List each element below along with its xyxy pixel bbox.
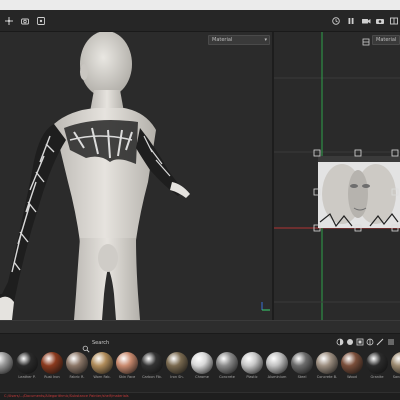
material-label: Rust Iron xyxy=(44,375,60,379)
material-preview-ball xyxy=(116,352,138,374)
material-preview-ball xyxy=(91,352,113,374)
uv-layout xyxy=(274,32,400,320)
search-icon[interactable] xyxy=(82,338,90,353)
material-label: Leather P. xyxy=(18,375,36,379)
material-label: Worn Fab. xyxy=(93,375,111,379)
material-tile[interactable]: Worn Fab. xyxy=(90,352,114,379)
material-tile[interactable]: Rust Iron xyxy=(40,352,64,379)
material-label: Concrete xyxy=(219,375,235,379)
filter-smart-icon xyxy=(347,339,353,345)
material-preview-ball xyxy=(366,352,388,374)
material-label: Wood xyxy=(347,375,357,379)
material-preview-ball xyxy=(41,352,63,374)
left-arm xyxy=(0,124,66,302)
filter-filter-icon xyxy=(366,338,374,346)
material-label: Fabric R. xyxy=(69,375,85,379)
material-tile[interactable]: Concrete xyxy=(215,352,239,379)
layout-icon[interactable] xyxy=(388,15,400,27)
substance-painter-window: Material ▾ Material Search Leather P. Ru… xyxy=(0,0,400,400)
pause-icon[interactable] xyxy=(345,15,357,27)
material-preview-ball xyxy=(191,352,213,374)
material-tile[interactable]: Plastic xyxy=(240,352,264,379)
material-label: Iron Sh. xyxy=(170,375,184,379)
material-label: Aluminium xyxy=(267,375,287,379)
top-toolbar xyxy=(0,10,400,32)
material-tile[interactable]: Sandstone xyxy=(390,352,400,379)
material-label: Concrete B. xyxy=(316,375,338,379)
material-tile[interactable]: Fabric R. xyxy=(65,352,89,379)
material-preview-ball xyxy=(391,352,400,374)
material-preview-ball xyxy=(241,352,263,374)
material-tile[interactable]: Carbon Fib. xyxy=(140,352,164,379)
material-tile[interactable]: Skin Face xyxy=(115,352,139,379)
filter-brush-icon xyxy=(376,338,384,346)
history-icon[interactable] xyxy=(330,15,342,27)
shelf-search-input[interactable]: Search xyxy=(92,340,109,346)
material-tile[interactable]: Aluminium xyxy=(265,352,289,379)
title-strip xyxy=(0,0,400,10)
character-model xyxy=(0,32,270,320)
material-label: Steel xyxy=(297,375,307,379)
material-preview-ball xyxy=(166,352,188,374)
material-tile[interactable]: Iron Sh. xyxy=(165,352,189,379)
status-message: C:/Users/.../Documents/Allegorithmic/Sub… xyxy=(4,394,129,398)
video-icon[interactable] xyxy=(360,15,372,27)
material-label: Sandstone xyxy=(392,375,400,379)
material-label: Plastic xyxy=(246,375,258,379)
material-preview-ball xyxy=(141,352,163,374)
filter-mask-icon xyxy=(356,338,364,346)
material-preview-ball xyxy=(66,352,88,374)
camera-icon[interactable] xyxy=(19,15,31,27)
material-preview-ball xyxy=(291,352,313,374)
material-label: Carbon Fib. xyxy=(142,375,162,379)
material-tile[interactable]: Steel xyxy=(290,352,314,379)
material-preview-ball xyxy=(216,352,238,374)
material-preview-ball xyxy=(16,352,38,374)
screenshot-icon[interactable] xyxy=(374,15,386,27)
material-label: Chrome xyxy=(195,375,209,379)
shelf-filter-icons xyxy=(336,338,400,346)
material-preview-ball xyxy=(266,352,288,374)
material-tile[interactable]: Wood xyxy=(340,352,364,379)
material-preview-ball xyxy=(0,352,13,374)
material-tile[interactable]: Granite xyxy=(365,352,389,379)
material-tile[interactable]: Chrome xyxy=(190,352,214,379)
shelf-header xyxy=(0,320,400,334)
viewport-3d[interactable]: Material ▾ xyxy=(0,32,272,320)
head xyxy=(80,32,132,97)
status-bar: C:/Users/.../Documents/Allegorithmic/Sub… xyxy=(0,392,400,400)
material-tile[interactable] xyxy=(0,352,14,375)
filter-material-icon xyxy=(336,338,344,346)
material-preview-ball xyxy=(341,352,363,374)
material-label: Granite xyxy=(370,375,384,379)
filter-more-icon xyxy=(388,339,394,345)
material-tile[interactable]: Leather P. xyxy=(15,352,39,379)
material-label: Skin Face xyxy=(118,375,136,379)
transform-icon[interactable] xyxy=(3,15,15,27)
render-mode-icon[interactable] xyxy=(35,15,47,27)
viewport-2d[interactable]: Material xyxy=(274,32,400,320)
material-preview-ball xyxy=(316,352,338,374)
material-tile[interactable]: Concrete B. xyxy=(315,352,339,379)
